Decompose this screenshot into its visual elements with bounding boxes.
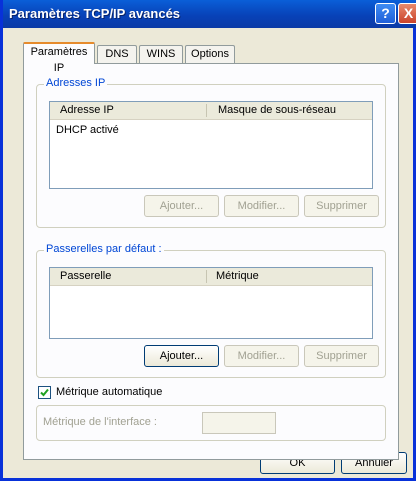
gateway-edit-button[interactable]: Modifier... [224, 345, 299, 367]
gateway-list-header: Passerelle Métrique [50, 268, 372, 286]
column-header-gateway[interactable]: Passerelle [60, 270, 111, 282]
gateway-remove-button[interactable]: Supprimer [304, 345, 379, 367]
interface-metric-label: Métrique de l'interface : [43, 416, 157, 428]
ip-remove-button[interactable]: Supprimer [304, 195, 379, 217]
default-gateways-group: Passerelles par défaut : Passerelle Métr… [36, 243, 386, 378]
gateway-add-button[interactable]: Ajouter... [144, 345, 219, 367]
column-separator [206, 270, 207, 283]
interface-metric-input[interactable] [202, 412, 276, 434]
tab-panel: Adresses IP Adresse IP Masque de sous-ré… [23, 63, 399, 460]
tab-dns[interactable]: DNS [97, 45, 137, 63]
window-title: Paramètres TCP/IP avancés [9, 6, 181, 21]
column-header-ip-address[interactable]: Adresse IP [60, 104, 114, 116]
default-gateways-group-label: Passerelles par défaut : [44, 243, 164, 255]
dialog-client: Paramètres IP DNS WINS Options Adresses … [3, 28, 413, 478]
help-button[interactable]: ? [375, 3, 396, 24]
title-bar[interactable]: Paramètres TCP/IP avancés ? X [3, 0, 416, 28]
check-mark-icon [40, 388, 49, 397]
tab-wins[interactable]: WINS [139, 45, 183, 63]
auto-metric-label[interactable]: Métrique automatique [56, 386, 162, 398]
ip-edit-button[interactable]: Modifier... [224, 195, 299, 217]
ip-address-list[interactable]: Adresse IP Masque de sous-réseau DHCP ac… [49, 101, 373, 189]
column-separator [206, 104, 207, 117]
column-header-metric[interactable]: Métrique [216, 270, 259, 282]
close-icon: X [403, 5, 414, 21]
dialog-window: Paramètres TCP/IP avancés ? X Paramètres… [0, 0, 416, 481]
ip-addresses-group-label: Adresses IP [44, 77, 108, 89]
auto-metric-checkbox[interactable] [38, 386, 51, 399]
tab-options[interactable]: Options [185, 45, 235, 63]
close-button[interactable]: X [398, 3, 416, 24]
tab-ip-settings[interactable]: Paramètres IP [23, 42, 95, 74]
ip-addresses-group: Adresses IP Adresse IP Masque de sous-ré… [36, 77, 386, 228]
help-icon: ? [381, 5, 390, 21]
column-header-subnet-mask[interactable]: Masque de sous-réseau [218, 104, 336, 116]
gateway-list[interactable]: Passerelle Métrique [49, 267, 373, 339]
list-item[interactable]: DHCP activé [56, 124, 119, 136]
ip-add-button[interactable]: Ajouter... [144, 195, 219, 217]
ip-list-header: Adresse IP Masque de sous-réseau [50, 102, 372, 120]
interface-metric-group: Métrique de l'interface : [36, 405, 386, 441]
